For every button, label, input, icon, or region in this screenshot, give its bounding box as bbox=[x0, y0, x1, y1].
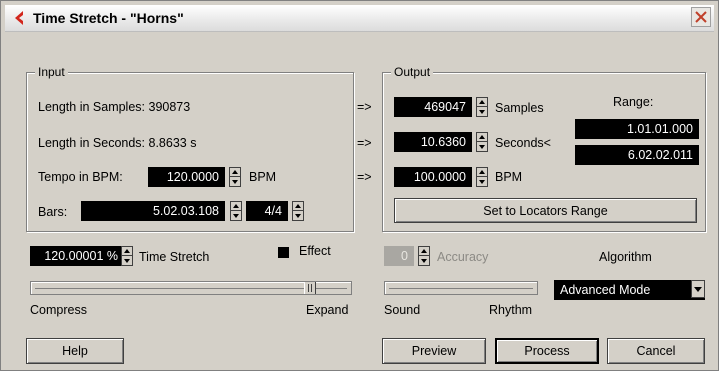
accuracy-label: Accuracy bbox=[437, 250, 489, 264]
title-bar[interactable]: Time Stretch - "Horns" bbox=[5, 5, 714, 32]
effect-label: Effect bbox=[299, 244, 331, 258]
input-group-label: Input bbox=[35, 65, 68, 79]
effect-checkbox[interactable] bbox=[278, 247, 289, 258]
arrow-seconds: => bbox=[357, 136, 372, 150]
sound-label: Sound bbox=[384, 303, 421, 317]
range-end-field[interactable]: 6.02.02.011 bbox=[575, 145, 699, 165]
output-samples-label: Samples bbox=[495, 101, 544, 115]
accuracy-stepper[interactable] bbox=[418, 246, 430, 266]
compress-label: Compress bbox=[30, 303, 87, 317]
tempo-stepper[interactable] bbox=[229, 167, 241, 187]
tempo-unit-label: BPM bbox=[249, 170, 277, 184]
time-stretch-stepper[interactable] bbox=[121, 246, 133, 266]
close-button[interactable] bbox=[691, 7, 711, 27]
length-samples-text: Length in Samples: 390873 bbox=[38, 100, 191, 114]
tempo-label: Tempo in BPM: bbox=[38, 170, 123, 184]
signature-stepper[interactable] bbox=[292, 201, 304, 221]
rhythm-label: Rhythm bbox=[489, 303, 533, 317]
arrow-samples: => bbox=[357, 100, 372, 114]
accuracy-slider[interactable] bbox=[384, 281, 538, 295]
output-samples-stepper[interactable] bbox=[476, 97, 488, 117]
algorithm-label: Algorithm bbox=[599, 250, 652, 264]
slider-line bbox=[35, 288, 347, 289]
window-title: Time Stretch - "Horns" bbox=[33, 10, 184, 26]
accuracy-input[interactable]: 0 bbox=[384, 246, 414, 266]
output-bpm-stepper[interactable] bbox=[476, 167, 488, 187]
time-stretch-input[interactable]: 120.00001 % bbox=[30, 246, 122, 266]
app-logo-icon bbox=[15, 11, 23, 25]
range-label: Range: bbox=[613, 95, 654, 109]
time-stretch-slider[interactable] bbox=[30, 281, 352, 295]
close-icon bbox=[695, 11, 707, 23]
range-start-field[interactable]: 1.01.01.000 bbox=[575, 119, 699, 139]
time-stretch-label: Time Stretch bbox=[139, 250, 210, 264]
algorithm-selected-value: Advanced Mode bbox=[560, 283, 651, 297]
tempo-input[interactable]: 120.0000 bbox=[148, 167, 225, 187]
time-stretch-dialog: Time Stretch - "Horns" Input Length in S… bbox=[0, 0, 719, 371]
arrow-bpm: => bbox=[357, 170, 372, 184]
preview-button[interactable]: Preview bbox=[382, 338, 486, 364]
cancel-button[interactable]: Cancel bbox=[607, 338, 705, 364]
process-button[interactable]: Process bbox=[495, 338, 599, 364]
expand-label: Expand bbox=[306, 303, 349, 317]
bars-input[interactable]: 5.02.03.108 bbox=[81, 201, 225, 221]
bars-label: Bars: bbox=[38, 205, 68, 219]
time-stretch-slider-thumb[interactable] bbox=[304, 282, 316, 294]
output-bpm-input[interactable]: 100.0000 bbox=[394, 167, 472, 187]
bars-stepper[interactable] bbox=[230, 201, 242, 221]
output-group-label: Output bbox=[391, 65, 434, 79]
length-seconds-text: Length in Seconds: 8.8633 s bbox=[38, 136, 197, 150]
set-to-locators-range-button[interactable]: Set to Locators Range bbox=[394, 198, 697, 223]
output-samples-input[interactable]: 469047 bbox=[394, 97, 472, 117]
output-seconds-label: Seconds< bbox=[495, 136, 551, 150]
help-button[interactable]: Help bbox=[26, 338, 124, 364]
output-seconds-input[interactable]: 10.6360 bbox=[394, 132, 472, 152]
output-seconds-stepper[interactable] bbox=[476, 132, 488, 152]
output-bpm-label: BPM bbox=[495, 170, 523, 184]
chevron-down-icon[interactable] bbox=[691, 280, 705, 298]
signature-input[interactable]: 4/4 bbox=[246, 201, 288, 221]
algorithm-select[interactable]: Advanced Mode bbox=[554, 280, 705, 300]
slider-line bbox=[389, 288, 533, 289]
